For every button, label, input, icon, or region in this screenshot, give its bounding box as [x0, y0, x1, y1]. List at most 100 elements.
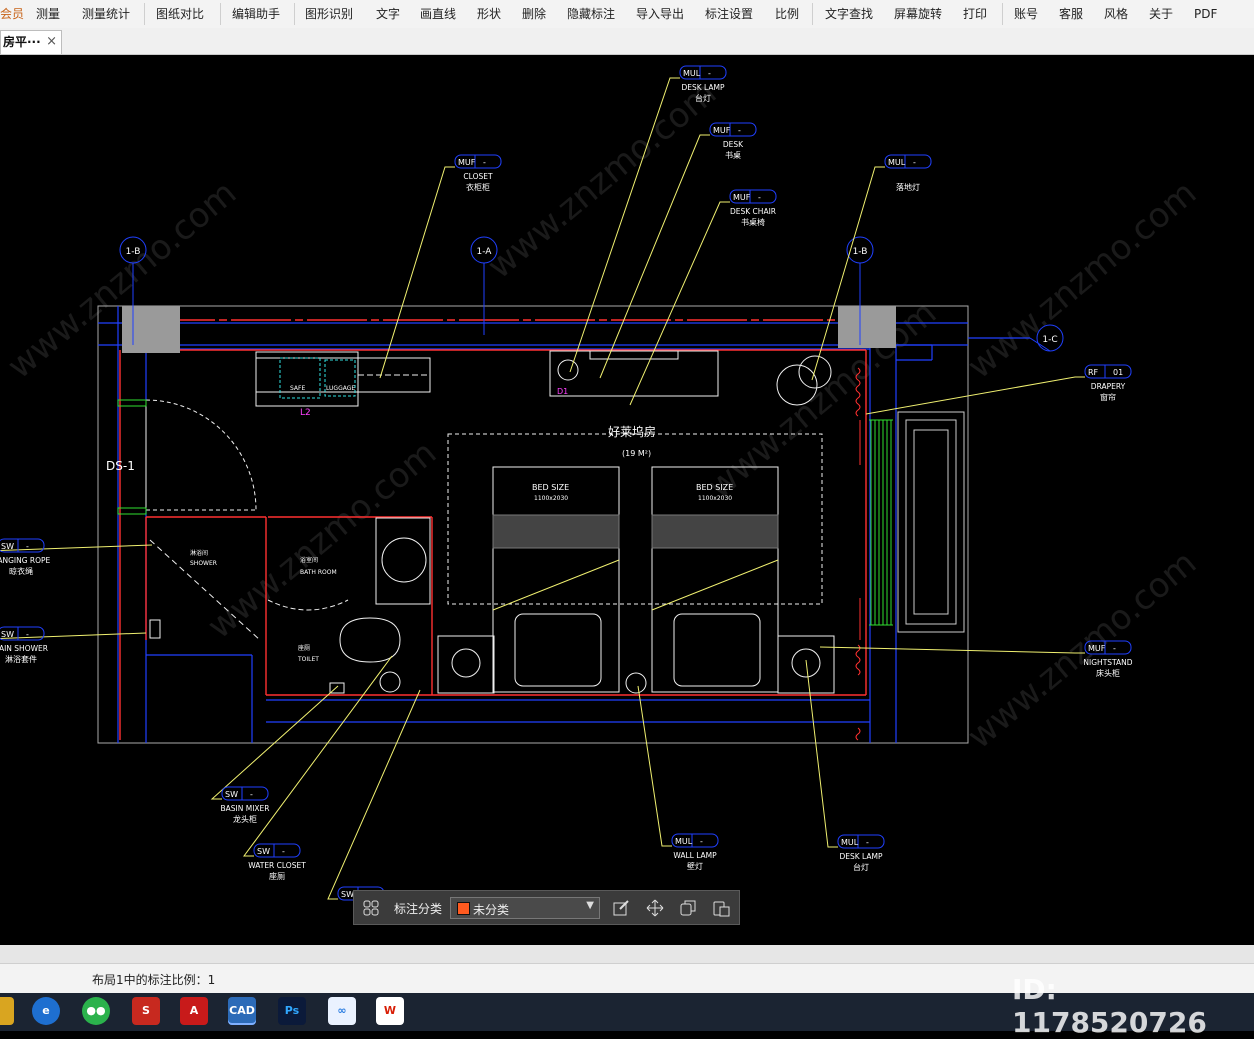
callout-code: SW: [1, 630, 14, 639]
close-tab-icon[interactable]: ×: [46, 31, 57, 53]
callout-cn-label: 台灯: [853, 862, 869, 872]
paste-icon[interactable]: [712, 899, 730, 917]
customer-service-button[interactable]: 客服: [1059, 0, 1083, 28]
rotate-screen-button[interactable]: 屏幕旋转: [894, 0, 942, 28]
photoshop-icon[interactable]: Ps: [278, 997, 306, 1025]
shape-button[interactable]: 形状: [477, 0, 501, 28]
measure-stats-button[interactable]: 测量统计: [82, 0, 130, 28]
bathroom-cn-label: 浴室间: [300, 556, 318, 564]
style-button[interactable]: 风格: [1104, 0, 1128, 28]
callout-cn-label: 龙头柜: [233, 814, 257, 824]
callout-cn-label: 淋浴套件: [5, 654, 37, 664]
toilet-en-label: TOILET: [297, 656, 319, 663]
watermark-text: www.znzmo.com: [200, 433, 444, 647]
drawing-canvas[interactable]: www.znzmo.com www.znzmo.com www.znzmo.com w…: [0, 55, 1254, 945]
callout-code: MUL: [675, 837, 693, 846]
callout-number: -: [758, 193, 761, 202]
callout-number: -: [282, 847, 285, 856]
account-button[interactable]: 账号: [1014, 0, 1038, 28]
baidu-netdisk-icon[interactable]: ∞: [328, 997, 356, 1025]
callout-number: -: [700, 837, 703, 846]
callout-cn-label: 衣柜柜: [466, 182, 490, 192]
door-jambs: [117, 399, 147, 515]
category-color-swatch: [457, 902, 470, 915]
category-grid-icon[interactable]: [362, 899, 380, 917]
callout-cn-label: 书桌: [725, 150, 741, 160]
callout-en-label: DRAPERY: [1091, 382, 1126, 391]
edit-icon[interactable]: [612, 899, 630, 917]
callout-cn-label: 床头柜: [1096, 668, 1120, 678]
sketchup-icon[interactable]: S: [132, 997, 160, 1025]
print-button[interactable]: 打印: [963, 0, 987, 28]
wps-icon[interactable]: W: [376, 997, 404, 1025]
annotation-category-label: 标注分类: [394, 902, 443, 916]
delete-button[interactable]: 删除: [522, 0, 546, 28]
document-tab-title: 房平···: [3, 35, 41, 49]
document-tab[interactable]: 房平··· ×: [0, 30, 62, 54]
file-explorer-icon[interactable]: [0, 997, 14, 1025]
hide-annotations-button[interactable]: 隐藏标注: [567, 0, 615, 28]
entry-door: [145, 399, 257, 511]
callout-en-label: DESK LAMP: [681, 83, 725, 92]
callout-number: -: [708, 69, 711, 78]
bed-size-label-2: BED SIZE: [696, 483, 733, 492]
tiled-watermark: www.znzmo.com www.znzmo.comwww.znzmo.comw…: [0, 73, 1204, 757]
ie-browser-icon[interactable]: e: [32, 997, 60, 1025]
callout-en-label: DESK LAMP: [839, 852, 883, 861]
callout-number: -: [483, 158, 486, 167]
bathroom-en-label: BATH ROOM: [300, 569, 337, 576]
callout-en-label: WATER CLOSET: [248, 861, 306, 870]
shape-recognition-button[interactable]: 图形识别: [305, 0, 353, 28]
bed-dim-label-2: 1100x2030: [698, 495, 732, 502]
import-export-button[interactable]: 导入导出: [636, 0, 684, 28]
text-button[interactable]: 文字: [376, 0, 400, 28]
callout-number: -: [913, 158, 916, 167]
pdf-button[interactable]: PDF: [1194, 0, 1217, 28]
callout-code: RF: [1088, 368, 1099, 377]
callout-cn-label: 落地灯: [896, 182, 920, 192]
autocad-icon[interactable]: A: [180, 997, 208, 1025]
callout-code: SW: [225, 790, 238, 799]
bed-size-label-1: BED SIZE: [532, 483, 569, 492]
move-icon[interactable]: [646, 899, 664, 917]
edit-assistant-button[interactable]: 编辑助手: [232, 0, 280, 28]
callout-en-label: NIGHTSTAND: [1083, 658, 1132, 667]
wechat-icon[interactable]: ●●: [82, 997, 110, 1025]
draw-line-button[interactable]: 画直线: [420, 0, 456, 28]
measure-button[interactable]: 测量: [36, 0, 60, 28]
callout-code: MUL: [888, 158, 906, 167]
copy-icon[interactable]: [679, 899, 697, 917]
annotation-settings-button[interactable]: 标注设置: [705, 0, 753, 28]
callout-code: MUL: [841, 838, 859, 847]
text-search-button[interactable]: 文字查找: [825, 0, 873, 28]
callout-en-label: HANGING ROPE: [0, 556, 51, 565]
callout-tag-11: MUL - WALL LAMP壁灯: [637, 685, 719, 871]
beds: [437, 433, 835, 694]
about-button[interactable]: 关于: [1149, 0, 1173, 28]
armchair: [897, 411, 965, 633]
door-tag: DS-1: [106, 459, 135, 473]
callout-cn-label: 座厕: [269, 871, 285, 881]
curtain-track-left: [855, 367, 861, 741]
callout-en-label: WALL LAMP: [673, 851, 717, 860]
watermark-text: www.znzmo.com: [960, 543, 1204, 757]
cad-viewer-icon[interactable]: CAD: [228, 997, 256, 1025]
annotation-category-select[interactable]: 未分类 ▼: [450, 897, 600, 919]
callout-number: -: [738, 126, 741, 135]
toilet-cn-label: 座厕: [298, 644, 310, 652]
column-left: [122, 306, 180, 353]
callout-tag-3: MUF - DESK CHAIR书桌椅: [629, 189, 777, 406]
compare-drawings-button[interactable]: 图纸对比: [156, 0, 204, 28]
callout-tag-7: SW - RAIN SHOWER淋浴套件: [0, 626, 147, 664]
member-button[interactable]: 会员: [0, 0, 24, 28]
callout-tag-6: SW - HANGING ROPE晾衣绳: [0, 538, 153, 576]
callout-number: -: [250, 790, 253, 799]
chevron-down-icon: ▼: [586, 900, 594, 911]
callout-number: -: [26, 630, 29, 639]
callout-cn-label: 台灯: [695, 93, 711, 103]
room-name-label: 好莱坞房: [608, 424, 656, 439]
l2-tag: L2: [300, 408, 311, 418]
d1-tag: D1: [557, 387, 568, 396]
callout-code: SW: [1, 542, 14, 551]
scale-button[interactable]: 比例: [775, 0, 799, 28]
